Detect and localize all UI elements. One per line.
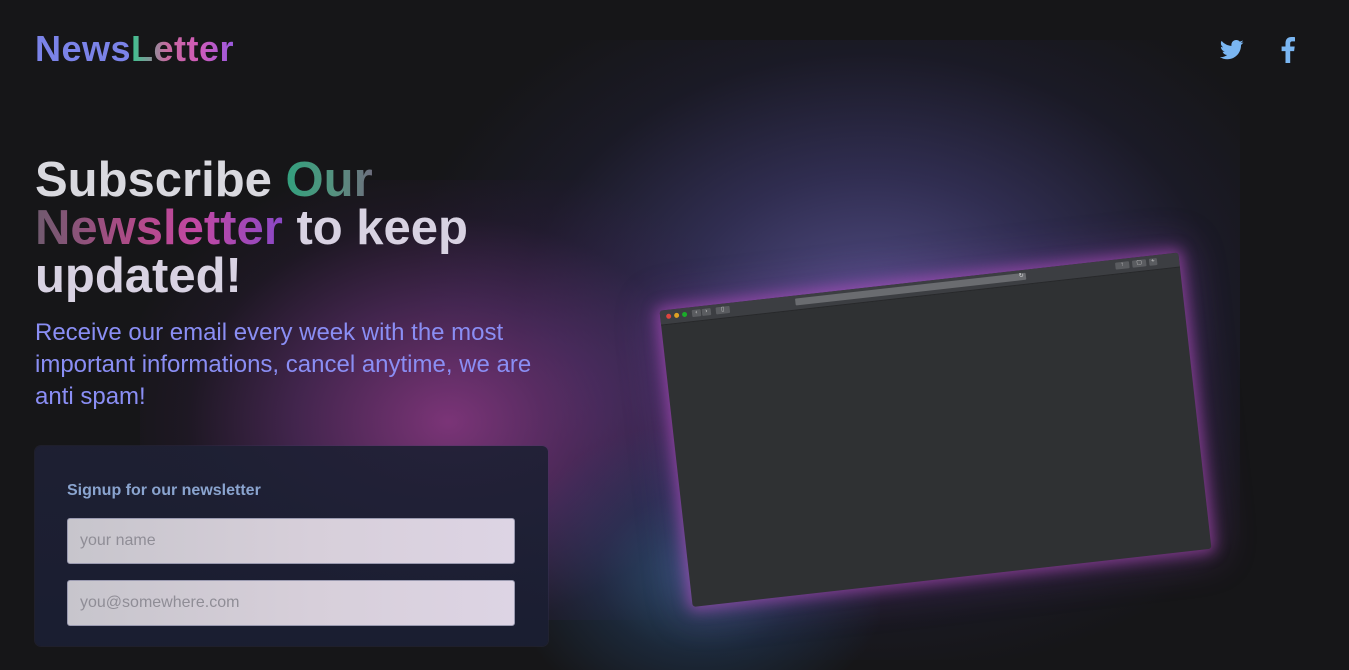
tabs-icon: ▢ — [1131, 259, 1147, 268]
share-icon: ↑ — [1114, 261, 1130, 270]
signup-card: Signup for our newsletter — [35, 446, 548, 646]
hero-heading: Subscribe Our Newsletter to keep updated! — [35, 153, 555, 301]
browser-address-bar: ↻ — [794, 272, 1027, 306]
hero-subtitle: Receive our email every week with the mo… — [35, 319, 532, 410]
twitter-icon — [1220, 40, 1244, 60]
forward-icon: › — [701, 308, 712, 317]
logo-part-news: News — [35, 28, 132, 69]
twitter-link[interactable] — [1216, 34, 1248, 66]
sidebar-toggle-icon: ▯ — [715, 305, 731, 315]
close-dot-icon — [665, 313, 672, 320]
logo-part-letter: Letter — [131, 28, 235, 69]
minimize-dot-icon — [673, 312, 680, 319]
facebook-link[interactable] — [1272, 34, 1304, 66]
facebook-icon — [1281, 37, 1295, 63]
site-header: NewsLetter — [0, 0, 1349, 100]
site-logo[interactable]: NewsLetter — [35, 28, 234, 70]
signup-title: Signup for our newsletter — [67, 482, 261, 499]
new-tab-icon: + — [1148, 258, 1158, 266]
browser-window: ‹ › ▯ ↻ ↑ ▢ + — [659, 252, 1212, 607]
browser-toolbar: ‹ › ▯ ↻ ↑ ▢ + — [659, 252, 1180, 326]
maximize-dot-icon — [681, 311, 688, 318]
reload-icon: ↻ — [1018, 272, 1025, 280]
hero-text-subscribe: Subscribe — [35, 153, 286, 207]
hero-text-our: Our — [285, 153, 373, 207]
hero-text-newsletter: Newsletter — [35, 201, 283, 255]
name-input[interactable] — [67, 518, 515, 564]
browser-mockup: ‹ › ▯ ↻ ↑ ▢ + — [659, 230, 1215, 607]
back-icon: ‹ — [691, 309, 702, 318]
email-input[interactable] — [67, 580, 515, 626]
